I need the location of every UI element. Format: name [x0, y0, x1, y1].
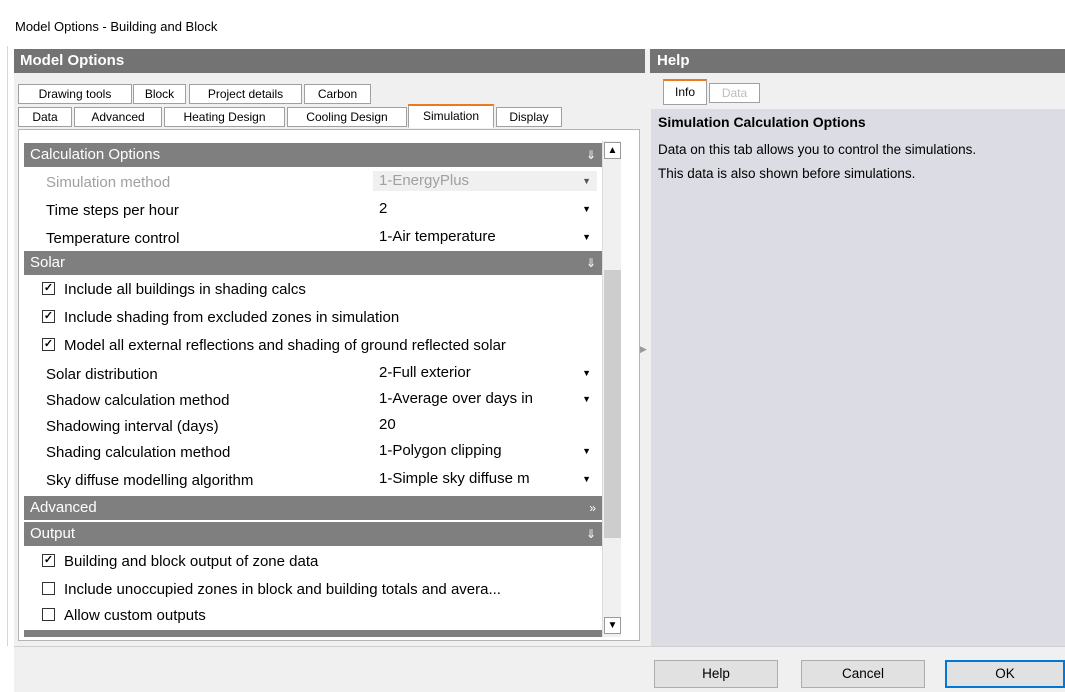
tab-help-data[interactable]: Data — [709, 83, 760, 103]
checkbox-allow-custom-outputs[interactable]: Allow custom outputs — [24, 603, 602, 627]
tab-cooling-design[interactable]: Cooling Design — [287, 107, 407, 127]
scroll-up-icon[interactable]: ▲ — [604, 142, 621, 159]
tab-drawing-tools[interactable]: Drawing tools — [18, 84, 132, 104]
double-chevron-up-icon[interactable]: ⇓ — [586, 143, 596, 167]
check-icon[interactable]: ✓ — [42, 554, 55, 567]
dropdown-arrow-icon: ▼ — [582, 176, 591, 186]
help-content: Simulation Calculation Options Data on t… — [651, 109, 1065, 646]
dropdown-arrow-icon[interactable]: ▼ — [582, 469, 591, 489]
checkbox-label: Include shading from excluded zones in s… — [64, 309, 400, 326]
tab-project-details[interactable]: Project details — [189, 84, 302, 104]
checkbox-label: Model all external reflections and shadi… — [64, 337, 506, 354]
help-button[interactable]: Help — [654, 660, 778, 688]
category-solar[interactable]: Solar ⇓ — [24, 251, 602, 275]
time-steps-select[interactable]: 2 ▼ — [373, 199, 597, 219]
row-label: Simulation method — [46, 174, 171, 191]
row-shading-calculation-method: Shading calculation method 1-Polygon cli… — [24, 439, 602, 463]
property-grid: Calculation Options ⇓ Simulation method … — [24, 141, 602, 637]
checkbox-include-excluded-zones[interactable]: ✓ Include shading from excluded zones in… — [24, 305, 602, 329]
checkbox-building-block-output[interactable]: ✓ Building and block output of zone data — [24, 549, 602, 573]
window-title: Model Options - Building and Block — [15, 19, 218, 34]
row-temperature-control: Temperature control 1-Air temperature ▼ — [24, 225, 602, 249]
dropdown-arrow-icon[interactable]: ▼ — [582, 227, 591, 247]
title-bar: Model Options - Building and Block — [0, 0, 1065, 46]
help-text-line: This data is also shown before simulatio… — [658, 166, 916, 181]
check-icon[interactable]: ✓ — [42, 282, 55, 295]
row-label: Shadow calculation method — [46, 392, 230, 409]
sky-diffuse-select[interactable]: 1-Simple sky diffuse m ▼ — [373, 469, 597, 489]
row-label: Time steps per hour — [46, 202, 179, 219]
tab-block[interactable]: Block — [133, 84, 186, 104]
splitter-arrow-icon[interactable]: ▶ — [640, 344, 647, 355]
category-output[interactable]: Output ⇓ — [24, 522, 602, 546]
row-time-steps: Time steps per hour 2 ▼ — [24, 197, 602, 221]
scroll-down-icon[interactable]: ▼ — [604, 617, 621, 634]
checkbox-empty[interactable] — [42, 608, 55, 621]
checkbox-label: Allow custom outputs — [64, 607, 206, 624]
checkbox-label: Building and block output of zone data — [64, 553, 319, 570]
tab-info[interactable]: Info — [663, 79, 707, 105]
shading-method-select[interactable]: 1-Polygon clipping ▼ — [373, 441, 597, 461]
category-title: Calculation Options — [30, 146, 161, 163]
checkbox-include-all-buildings[interactable]: ✓ Include all buildings in shading calcs — [24, 277, 602, 301]
check-icon[interactable]: ✓ — [42, 310, 55, 323]
help-heading: Simulation Calculation Options — [658, 114, 866, 130]
category-partial — [24, 630, 602, 637]
dropdown-arrow-icon[interactable]: ▼ — [582, 389, 591, 409]
check-icon[interactable]: ✓ — [42, 338, 55, 351]
help-header: Help — [650, 49, 1065, 73]
category-title: Solar — [30, 254, 66, 271]
ok-button[interactable]: OK — [945, 660, 1065, 688]
checkbox-include-unoccupied-zones[interactable]: Include unoccupied zones in block and bu… — [24, 577, 602, 601]
checkbox-model-external-reflections[interactable]: ✓ Model all external reflections and sha… — [24, 333, 602, 357]
row-solar-distribution: Solar distribution 2-Full exterior ▼ — [24, 361, 602, 385]
category-title: Output — [30, 525, 76, 542]
row-shadow-calculation-method: Shadow calculation method 1-Average over… — [24, 387, 602, 411]
double-chevron-up-icon[interactable]: ⇓ — [586, 251, 596, 275]
solar-distribution-select[interactable]: 2-Full exterior ▼ — [373, 363, 597, 383]
tab-simulation[interactable]: Simulation — [408, 104, 494, 128]
window-edge — [0, 46, 8, 646]
help-text-line: Data on this tab allows you to control t… — [658, 142, 977, 157]
row-label: Sky diffuse modelling algorithm — [46, 472, 254, 489]
tab-data[interactable]: Data — [18, 107, 72, 127]
category-calculation-options[interactable]: Calculation Options ⇓ — [24, 143, 602, 167]
model-options-header: Model Options — [14, 49, 645, 73]
double-chevron-up-icon[interactable]: ⇓ — [586, 522, 596, 546]
temperature-control-select[interactable]: 1-Air temperature ▼ — [373, 227, 597, 247]
simulation-method-select: 1-EnergyPlus ▼ — [373, 171, 597, 191]
dropdown-arrow-icon[interactable]: ▼ — [582, 363, 591, 383]
category-title: Advanced — [30, 499, 97, 516]
checkbox-label: Include unoccupied zones in block and bu… — [64, 581, 501, 598]
scrollbar-thumb[interactable] — [604, 270, 621, 538]
row-shadowing-interval: Shadowing interval (days) 20 — [24, 413, 602, 437]
dropdown-arrow-icon[interactable]: ▼ — [582, 199, 591, 219]
checkbox-label: Include all buildings in shading calcs — [64, 281, 306, 298]
checkbox-empty[interactable] — [42, 582, 55, 595]
tab-carbon[interactable]: Carbon — [304, 84, 371, 104]
tab-advanced[interactable]: Advanced — [74, 107, 162, 127]
tab-heating-design[interactable]: Heating Design — [164, 107, 285, 127]
row-simulation-method: Simulation method 1-EnergyPlus ▼ — [24, 169, 602, 193]
row-sky-diffuse-algorithm: Sky diffuse modelling algorithm 1-Simple… — [24, 467, 602, 491]
tab-display[interactable]: Display — [496, 107, 562, 127]
category-advanced[interactable]: Advanced » — [24, 496, 602, 520]
row-label: Solar distribution — [46, 366, 158, 383]
row-label: Shading calculation method — [46, 444, 231, 461]
row-label: Shadowing interval (days) — [46, 418, 219, 435]
shadowing-interval-input[interactable]: 20 — [373, 415, 597, 435]
double-chevron-right-icon[interactable]: » — [589, 496, 596, 520]
shadow-method-select[interactable]: 1-Average over days in ▼ — [373, 389, 597, 409]
dropdown-arrow-icon[interactable]: ▼ — [582, 441, 591, 461]
vertical-scrollbar[interactable]: ▲ ▼ — [602, 141, 621, 637]
row-label: Temperature control — [46, 230, 180, 247]
cancel-button[interactable]: Cancel — [801, 660, 925, 688]
